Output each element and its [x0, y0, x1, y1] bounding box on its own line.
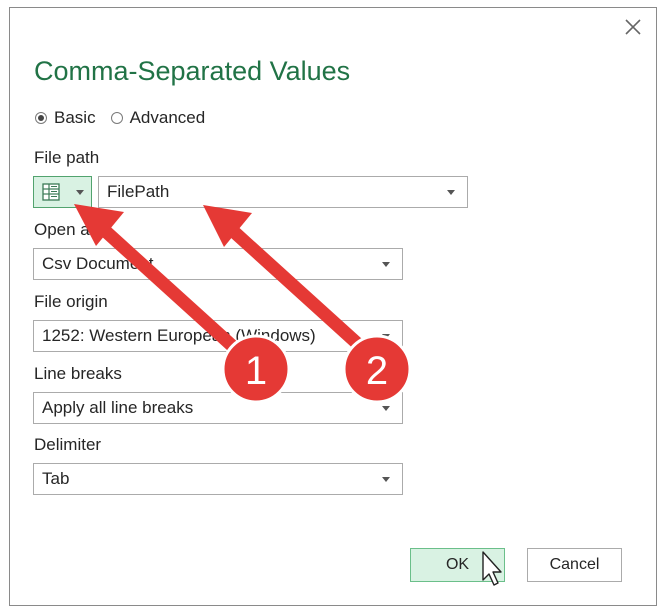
callout-1-text: 1 — [245, 349, 267, 393]
arrow-2 — [203, 205, 377, 362]
callout-2-text: 2 — [366, 349, 388, 393]
annotation-overlay: 1 2 — [74, 204, 412, 404]
